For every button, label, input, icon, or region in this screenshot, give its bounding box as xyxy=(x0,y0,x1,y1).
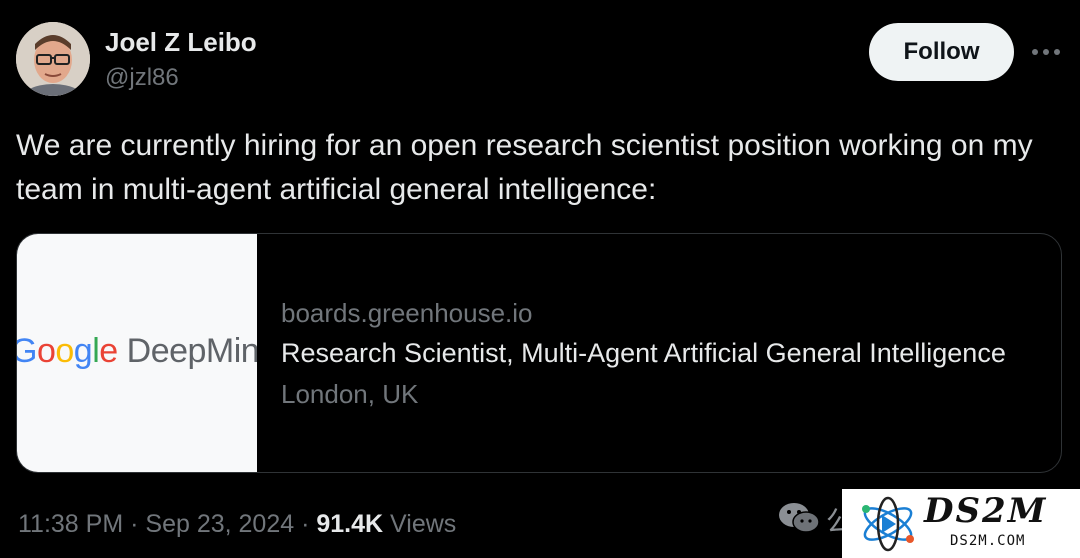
card-domain: boards.greenhouse.io xyxy=(281,298,533,328)
author-handle[interactable]: @jzl86 xyxy=(105,64,179,92)
more-icon[interactable] xyxy=(1028,38,1064,66)
tweet-text: We are currently hiring for an open rese… xyxy=(16,129,1033,206)
card-title: Research Scientist, Multi-Agent Artifici… xyxy=(281,338,1006,368)
watermark-brand: DS2M xyxy=(924,491,1048,531)
views-label: Views xyxy=(390,510,457,538)
tweet-meta: 11:38 PM · Sep 23, 2024 · 91.4K Views xyxy=(18,510,456,539)
meta-separator: · xyxy=(301,510,310,538)
ds2m-watermark: DS2M DS2M.COM xyxy=(842,489,1080,558)
tweet-time[interactable]: 11:38 PM xyxy=(18,510,123,538)
avatar[interactable] xyxy=(16,22,90,96)
card-location: London, UK xyxy=(281,379,419,409)
views-count: 91.4K xyxy=(316,510,384,538)
watermark-url: DS2M.COM xyxy=(950,533,1026,549)
wechat-icon xyxy=(779,503,820,533)
follow-button[interactable]: Follow xyxy=(869,23,1014,81)
author-name[interactable]: Joel Z Leibo xyxy=(105,27,257,58)
avatar-image xyxy=(16,22,90,96)
card-thumbnail: Google DeepMind xyxy=(17,234,257,472)
meta-separator: · xyxy=(130,510,139,538)
google-deepmind-logo: Google DeepMind xyxy=(17,332,257,370)
tweet-date[interactable]: Sep 23, 2024 xyxy=(145,510,294,538)
atom-logo-icon xyxy=(862,496,914,552)
link-card[interactable]: Google DeepMind boards.greenhouse.io Res… xyxy=(16,233,1062,473)
